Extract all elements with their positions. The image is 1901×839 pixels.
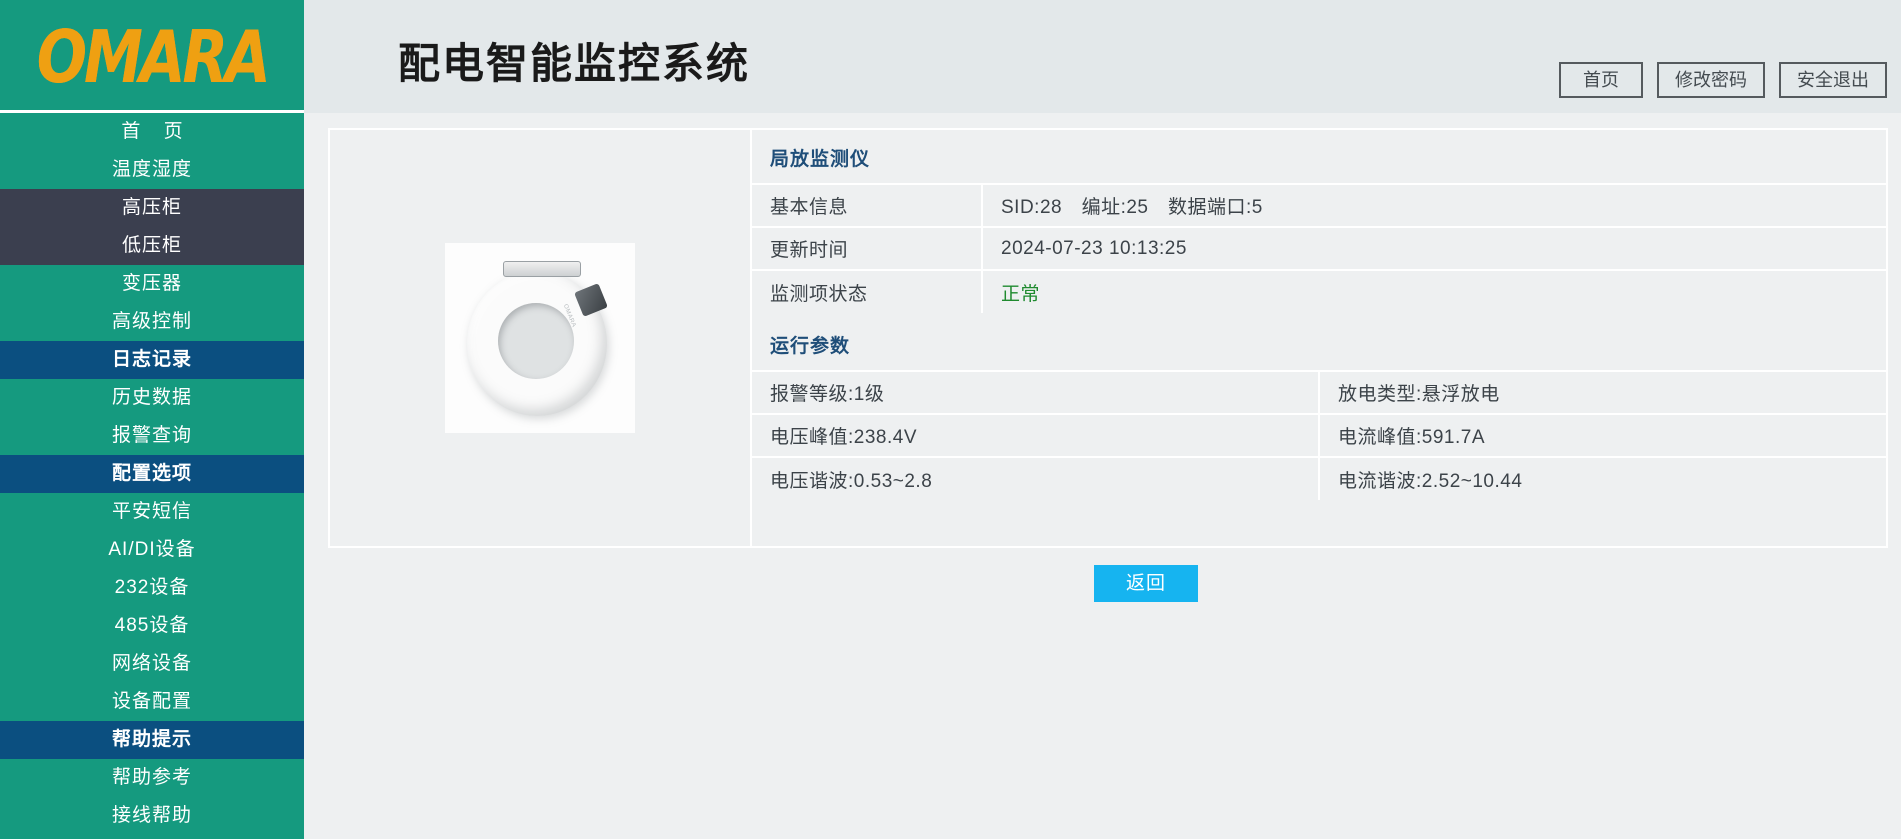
- logo-text: OMARA: [37, 20, 268, 93]
- sensor-ring-inner-icon: [498, 303, 574, 379]
- main-content: OMARA 局放监测仪 基本信息SID:28 编址:25 数据端口:5更新时间2…: [304, 113, 1901, 839]
- info-row: 监测项状态正常: [752, 270, 1886, 313]
- sidebar-item-2[interactable]: 高压柜: [0, 189, 304, 227]
- logout-button[interactable]: 安全退出: [1779, 62, 1887, 98]
- param-right-value: 电流谐波:2.52~10.44: [1319, 457, 1886, 500]
- sidebar-item-17[interactable]: 帮助参考: [0, 759, 304, 797]
- sidebar-item-12[interactable]: 232设备: [0, 569, 304, 607]
- device-section-title: 局放监测仪: [752, 130, 1886, 183]
- param-row: 报警等级:1级放电类型:悬浮放电: [752, 371, 1886, 414]
- device-photo: OMARA: [445, 243, 635, 433]
- info-row-key: 监测项状态: [752, 270, 982, 313]
- sensor-clip-top-icon: [503, 261, 581, 277]
- info-row: 基本信息SID:28 编址:25 数据端口:5: [752, 184, 1886, 227]
- home-button[interactable]: 首页: [1559, 62, 1643, 98]
- sidebar-item-14[interactable]: 网络设备: [0, 645, 304, 683]
- change-password-button[interactable]: 修改密码: [1657, 62, 1765, 98]
- params-section-title: 运行参数: [752, 313, 1886, 370]
- back-button-row: 返回: [328, 565, 1888, 602]
- sidebar-item-1[interactable]: 温度湿度: [0, 151, 304, 189]
- status-badge: 正常: [982, 270, 1886, 313]
- param-right-value: 放电类型:悬浮放电: [1319, 371, 1886, 414]
- param-row: 电压峰值:238.4V电流峰值:591.7A: [752, 414, 1886, 457]
- info-row-value: 2024-07-23 10:13:25: [982, 227, 1886, 270]
- sidebar-item-5[interactable]: 高级控制: [0, 303, 304, 341]
- sidebar-item-3[interactable]: 低压柜: [0, 227, 304, 265]
- sidebar-item-15[interactable]: 设备配置: [0, 683, 304, 721]
- device-info-cell: 局放监测仪 基本信息SID:28 编址:25 数据端口:5更新时间2024-07…: [750, 130, 1886, 546]
- sidebar-item-16[interactable]: 帮助提示: [0, 721, 304, 759]
- sidebar-item-0[interactable]: 首 页: [0, 113, 304, 151]
- sidebar-item-18[interactable]: 接线帮助: [0, 797, 304, 835]
- device-params-table: 报警等级:1级放电类型:悬浮放电电压峰值:238.4V电流峰值:591.7A电压…: [752, 370, 1886, 500]
- sidebar-item-8[interactable]: 报警查询: [0, 417, 304, 455]
- param-right-value: 电流峰值:591.7A: [1319, 414, 1886, 457]
- device-photo-cell: OMARA: [330, 130, 750, 546]
- sidebar-item-11[interactable]: AI/DI设备: [0, 531, 304, 569]
- info-row-key: 基本信息: [752, 184, 982, 227]
- sidebar-item-7[interactable]: 历史数据: [0, 379, 304, 417]
- param-left-value: 电压峰值:238.4V: [752, 414, 1319, 457]
- device-info-table: 基本信息SID:28 编址:25 数据端口:5更新时间2024-07-23 10…: [752, 183, 1886, 313]
- back-button[interactable]: 返回: [1094, 565, 1198, 602]
- sidebar-item-9[interactable]: 配置选项: [0, 455, 304, 493]
- param-row: 电压谐波:0.53~2.8电流谐波:2.52~10.44: [752, 457, 1886, 500]
- sidebar-item-13[interactable]: 485设备: [0, 607, 304, 645]
- brand-logo[interactable]: OMARA: [0, 0, 304, 113]
- application-root: OMARA®南宁迈世OMARA®南宁迈世OMARA®南宁迈世OMARA®南宁迈世…: [0, 0, 1901, 839]
- sidebar-item-10[interactable]: 平安短信: [0, 493, 304, 531]
- info-row: 更新时间2024-07-23 10:13:25: [752, 227, 1886, 270]
- info-row-key: 更新时间: [752, 227, 982, 270]
- sidebar-item-4[interactable]: 变压器: [0, 265, 304, 303]
- device-detail-panel: OMARA 局放监测仪 基本信息SID:28 编址:25 数据端口:5更新时间2…: [328, 128, 1888, 548]
- header-actions: 首页修改密码安全退出: [1559, 62, 1887, 98]
- page-header: 配电智能监控系统 首页修改密码安全退出: [304, 0, 1901, 113]
- param-left-value: 报警等级:1级: [752, 371, 1319, 414]
- sidebar: OMARA 首 页温度湿度高压柜低压柜变压器高级控制日志记录历史数据报警查询配置…: [0, 0, 304, 839]
- sidebar-nav: 首 页温度湿度高压柜低压柜变压器高级控制日志记录历史数据报警查询配置选项平安短信…: [0, 113, 304, 835]
- param-left-value: 电压谐波:0.53~2.8: [752, 457, 1319, 500]
- page-title: 配电智能监控系统: [398, 30, 750, 91]
- info-row-value: SID:28 编址:25 数据端口:5: [982, 184, 1886, 227]
- sidebar-item-6[interactable]: 日志记录: [0, 341, 304, 379]
